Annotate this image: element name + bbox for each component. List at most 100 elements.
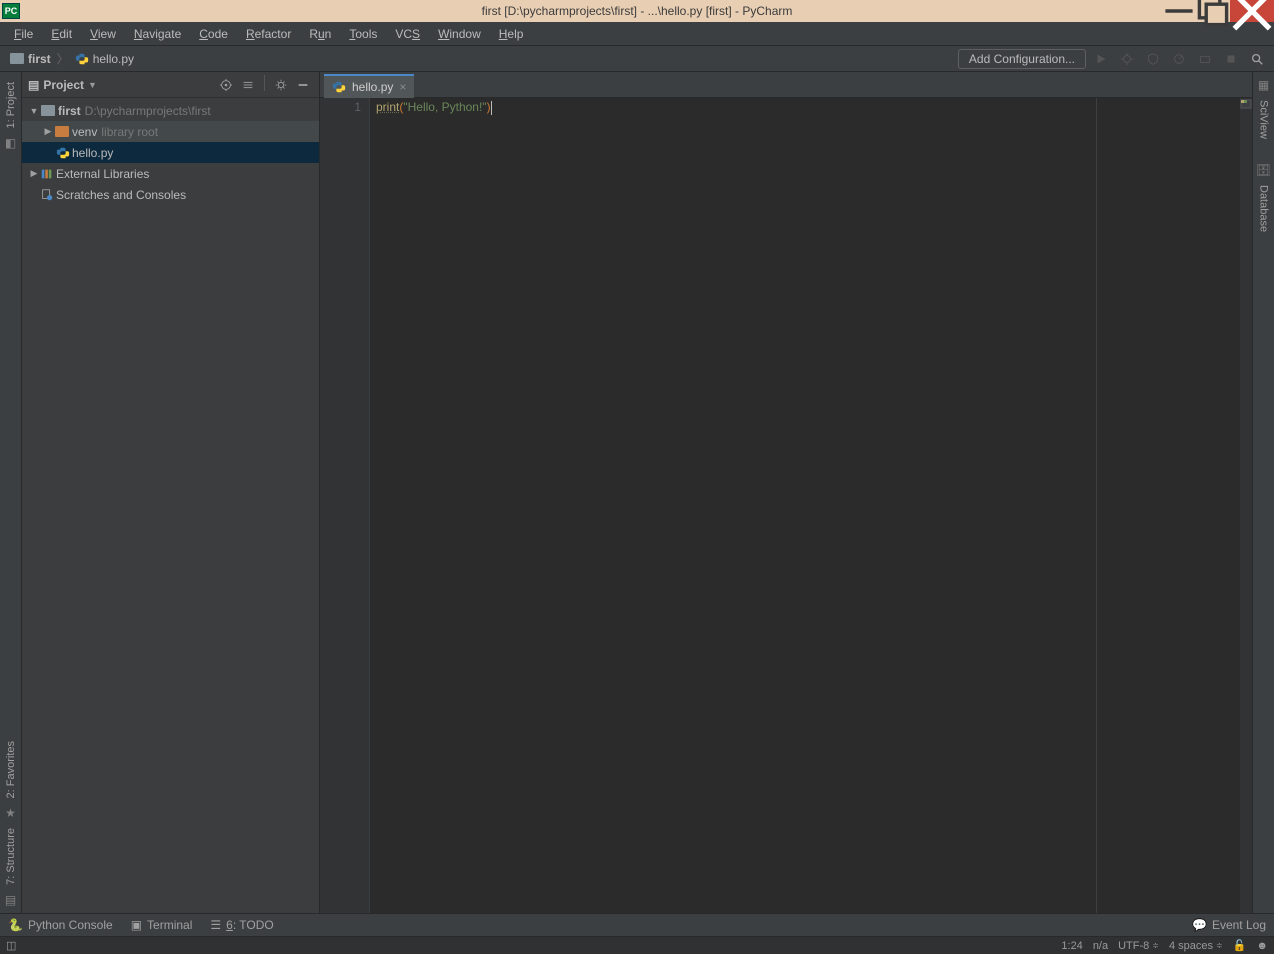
window-title: first [D:\pycharmprojects\first] - ...\h… [482,4,793,18]
project-tool-window: ▤ Project ▼ ▼ first D:\pycharmprojects\f… [22,72,320,913]
breadcrumb-project[interactable]: first [6,52,55,66]
right-tool-window-bar: ▦ SciView 🗄 Database [1252,72,1274,913]
left-tool-window-bar: 1: Project ◧ 2: Favorites ★ 7: Structure… [0,72,22,913]
folder-icon [41,105,55,116]
tree-file-hello[interactable]: hello.py [22,142,319,163]
main-menu-bar: File Edit View Navigate Code Refactor Ru… [0,22,1274,46]
project-panel-title-dropdown[interactable]: ▤ Project ▼ [28,78,97,92]
event-log-icon: 💬 [1192,918,1207,932]
python-file-icon [75,52,89,66]
search-everywhere-button[interactable] [1246,48,1268,70]
tool-window-favorites-tab[interactable]: 2: Favorites [5,737,17,802]
add-configuration-button[interactable]: Add Configuration... [958,49,1086,69]
navigation-bar: first 〉 hello.py Add Configuration... [0,46,1274,72]
error-stripe[interactable] [1240,98,1252,913]
code-line-1[interactable]: print("Hello, Python!") [376,100,1240,117]
window-titlebar: PC first [D:\pycharmprojects\first] - ..… [0,0,1274,22]
menu-help[interactable]: Help [491,25,532,43]
stop-button[interactable] [1220,48,1242,70]
sciview-icon: ▦ [1258,78,1269,92]
separator [264,75,265,91]
tool-window-project-tab[interactable]: 1: Project [5,78,17,132]
editor-tabs: hello.py × [320,72,1252,98]
menu-tools[interactable]: Tools [341,25,385,43]
breadcrumb-file[interactable]: hello.py [71,52,138,66]
right-margin-guide [1096,98,1097,913]
window-minimize-button[interactable] [1162,0,1196,22]
code-content-area[interactable]: print("Hello, Python!") [370,98,1240,913]
tool-window-todo-tab[interactable]: ☰ 6: TODO [210,918,273,932]
pycharm-app-icon: PC [2,3,20,19]
tree-project-root[interactable]: ▼ first D:\pycharmprojects\first [22,100,319,121]
tree-venv-folder[interactable]: ▶ venv library root [22,121,319,142]
status-bar-toggle-icon[interactable]: ◫ [6,939,16,952]
tool-window-python-console-tab[interactable]: 🐍 Python Console [8,918,113,932]
tree-external-libraries[interactable]: ▶ External Libraries [22,163,319,184]
bookmark-icon[interactable]: ◧ [5,136,16,150]
tree-scratches[interactable]: Scratches and Consoles [22,184,319,205]
library-folder-icon [55,126,69,137]
expand-arrow-icon[interactable]: ▶ [28,168,40,179]
editor-tab-hello[interactable]: hello.py × [324,74,414,98]
menu-file[interactable]: File [6,25,41,43]
text-caret [491,101,492,115]
tool-window-database-tab[interactable]: Database [1258,181,1270,236]
panel-settings-button[interactable] [271,75,291,95]
status-bar: ◫ 1:24 n/a UTF-8 ≑ 4 spaces ≑ 🔓 ☻ [0,936,1274,954]
locate-file-button[interactable] [216,75,236,95]
project-panel-header: ▤ Project ▼ [22,72,319,98]
tool-window-terminal-tab[interactable]: ▣ Terminal [131,918,193,932]
python-console-icon: 🐍 [8,918,23,932]
code-editor[interactable]: 1 print("Hello, Python!") [320,98,1252,913]
scratches-icon [40,188,54,202]
line-number-gutter: 1 [320,98,370,913]
attach-button[interactable] [1194,48,1216,70]
status-encoding[interactable]: UTF-8 ≑ [1118,940,1159,952]
profile-button[interactable] [1168,48,1190,70]
menu-navigate[interactable]: Navigate [126,25,189,43]
tool-window-sciview-tab[interactable]: SciView [1258,96,1270,143]
line-number: 1 [320,100,361,114]
database-icon: 🗄 [1256,163,1271,177]
hide-panel-button[interactable] [293,75,313,95]
todo-icon: ☰ [210,918,221,932]
star-icon: ★ [5,806,16,820]
menu-view[interactable]: View [82,25,124,43]
breadcrumb-file-label: hello.py [93,52,134,66]
status-readonly-icon[interactable]: 🔓 [1233,939,1247,952]
folder-icon [10,53,24,64]
breadcrumb-project-label: first [28,52,51,66]
collapse-arrow-icon[interactable]: ▼ [28,106,40,116]
dropdown-arrow-icon: ▼ [88,80,97,90]
menu-refactor[interactable]: Refactor [238,25,299,43]
run-button[interactable] [1090,48,1112,70]
run-with-coverage-button[interactable] [1142,48,1164,70]
terminal-icon: ▣ [131,918,142,932]
status-caret-position[interactable]: 1:24 [1061,940,1082,952]
python-file-icon [332,80,346,94]
structure-icon: ▤ [5,893,16,907]
window-maximize-button[interactable] [1196,0,1230,22]
menu-code[interactable]: Code [191,25,236,43]
menu-run[interactable]: Run [301,25,339,43]
menu-window[interactable]: Window [430,25,489,43]
breadcrumb-separator-icon: 〉 [55,50,71,67]
expand-arrow-icon[interactable]: ▶ [42,126,54,137]
libraries-icon [40,167,54,181]
window-close-button[interactable] [1230,0,1274,22]
project-tree[interactable]: ▼ first D:\pycharmprojects\first ▶ venv … [22,98,319,913]
analysis-status-icon[interactable] [1240,98,1252,108]
status-line-separator[interactable]: n/a [1093,940,1108,952]
tool-window-structure-tab[interactable]: 7: Structure [5,824,17,889]
editor-area: hello.py × 1 print("Hello, Python!") [320,72,1252,913]
expand-all-button[interactable] [238,75,258,95]
python-file-icon [56,146,70,160]
menu-edit[interactable]: Edit [43,25,80,43]
tab-close-button[interactable]: × [399,80,406,94]
status-inspections-icon[interactable]: ☻ [1256,940,1268,952]
project-view-icon: ▤ [28,78,39,92]
tool-window-event-log-tab[interactable]: 💬 Event Log [1192,918,1266,932]
status-indent[interactable]: 4 spaces ≑ [1169,940,1223,952]
menu-vcs[interactable]: VCS [387,25,428,43]
debug-button[interactable] [1116,48,1138,70]
